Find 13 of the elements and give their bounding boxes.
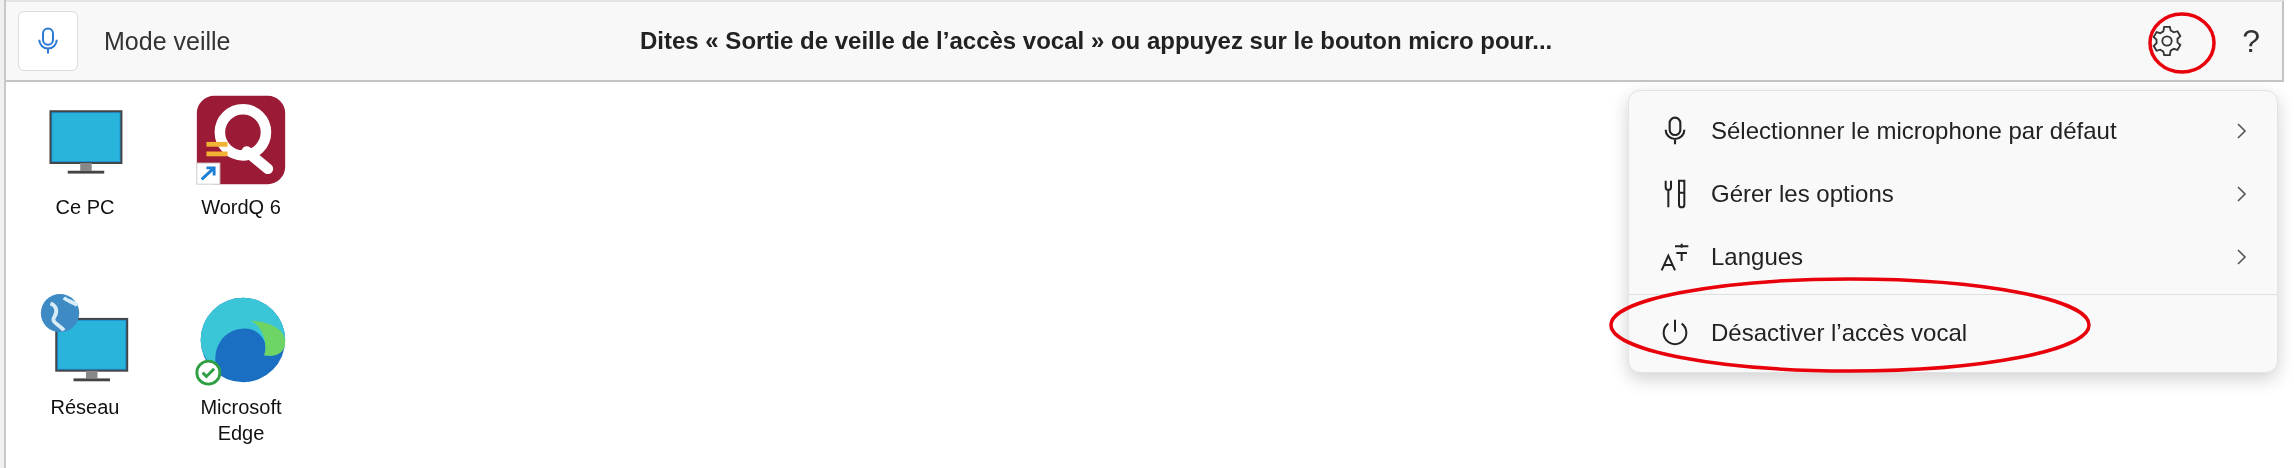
menu-item[interactable]: Langues	[1629, 225, 2277, 288]
menu-item[interactable]: Désactiver l’accès vocal	[1629, 294, 2277, 364]
menu-item[interactable]: Sélectionner le microphone par défaut	[1629, 99, 2277, 162]
desktop-icon-label: Réseau	[49, 395, 121, 420]
desktop-icon-label: Microsoft Edge	[199, 395, 283, 446]
desktop-icon-label: Ce PC	[54, 195, 116, 220]
desktop-icon-label: WordQ 6	[200, 195, 282, 220]
annotation-circle	[2148, 12, 2216, 74]
instruction-text: Dites « Sortie de veille de l’accès vocal » ou appuyez sur le bouton micro pour...	[640, 27, 1554, 55]
menu-item[interactable]: Gérer les options	[1629, 162, 2277, 225]
status-label: Mode veille	[104, 26, 232, 56]
microphone-button[interactable]	[18, 11, 78, 71]
help-button[interactable]: ?	[2234, 22, 2268, 60]
